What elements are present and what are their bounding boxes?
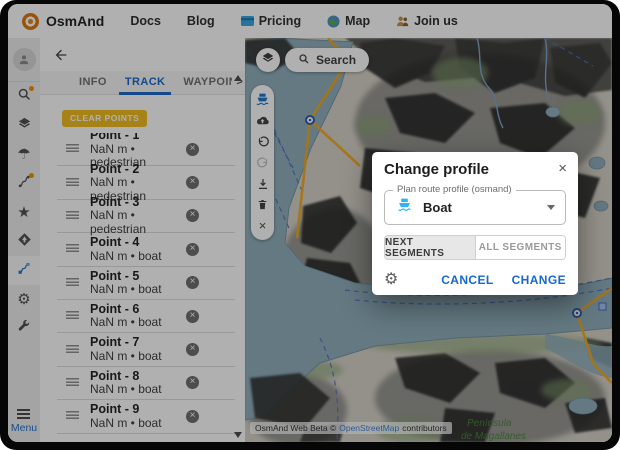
chevron-down-icon bbox=[547, 205, 555, 210]
selected-profile-name: Boat bbox=[423, 200, 452, 215]
all-segments-button[interactable]: ALL SEGMENTS bbox=[476, 236, 566, 259]
boat-icon bbox=[395, 197, 414, 218]
cancel-button[interactable]: CANCEL bbox=[441, 273, 493, 287]
window-frame: OsmAnd Docs Blog Pricing Map Join us bbox=[0, 0, 620, 450]
change-profile-dialog: Change profile × Plan route profile (osm… bbox=[372, 152, 578, 295]
change-button[interactable]: CHANGE bbox=[512, 273, 566, 287]
profile-select[interactable]: Plan route profile (osmand) Boat bbox=[384, 190, 566, 225]
segments-toggle-group: NEXT SEGMENTS ALL SEGMENTS bbox=[384, 235, 566, 260]
osmand-web-app: OsmAnd Docs Blog Pricing Map Join us bbox=[8, 4, 612, 442]
dialog-close-icon[interactable]: × bbox=[558, 161, 567, 176]
settings-gear-icon[interactable]: ⚙ bbox=[384, 272, 398, 288]
dialog-actions: ⚙ CANCEL CHANGE bbox=[384, 270, 566, 290]
profile-select-label: Plan route profile (osmand) bbox=[393, 184, 516, 195]
dialog-title: Change profile bbox=[384, 161, 566, 178]
next-segments-button[interactable]: NEXT SEGMENTS bbox=[385, 236, 476, 259]
